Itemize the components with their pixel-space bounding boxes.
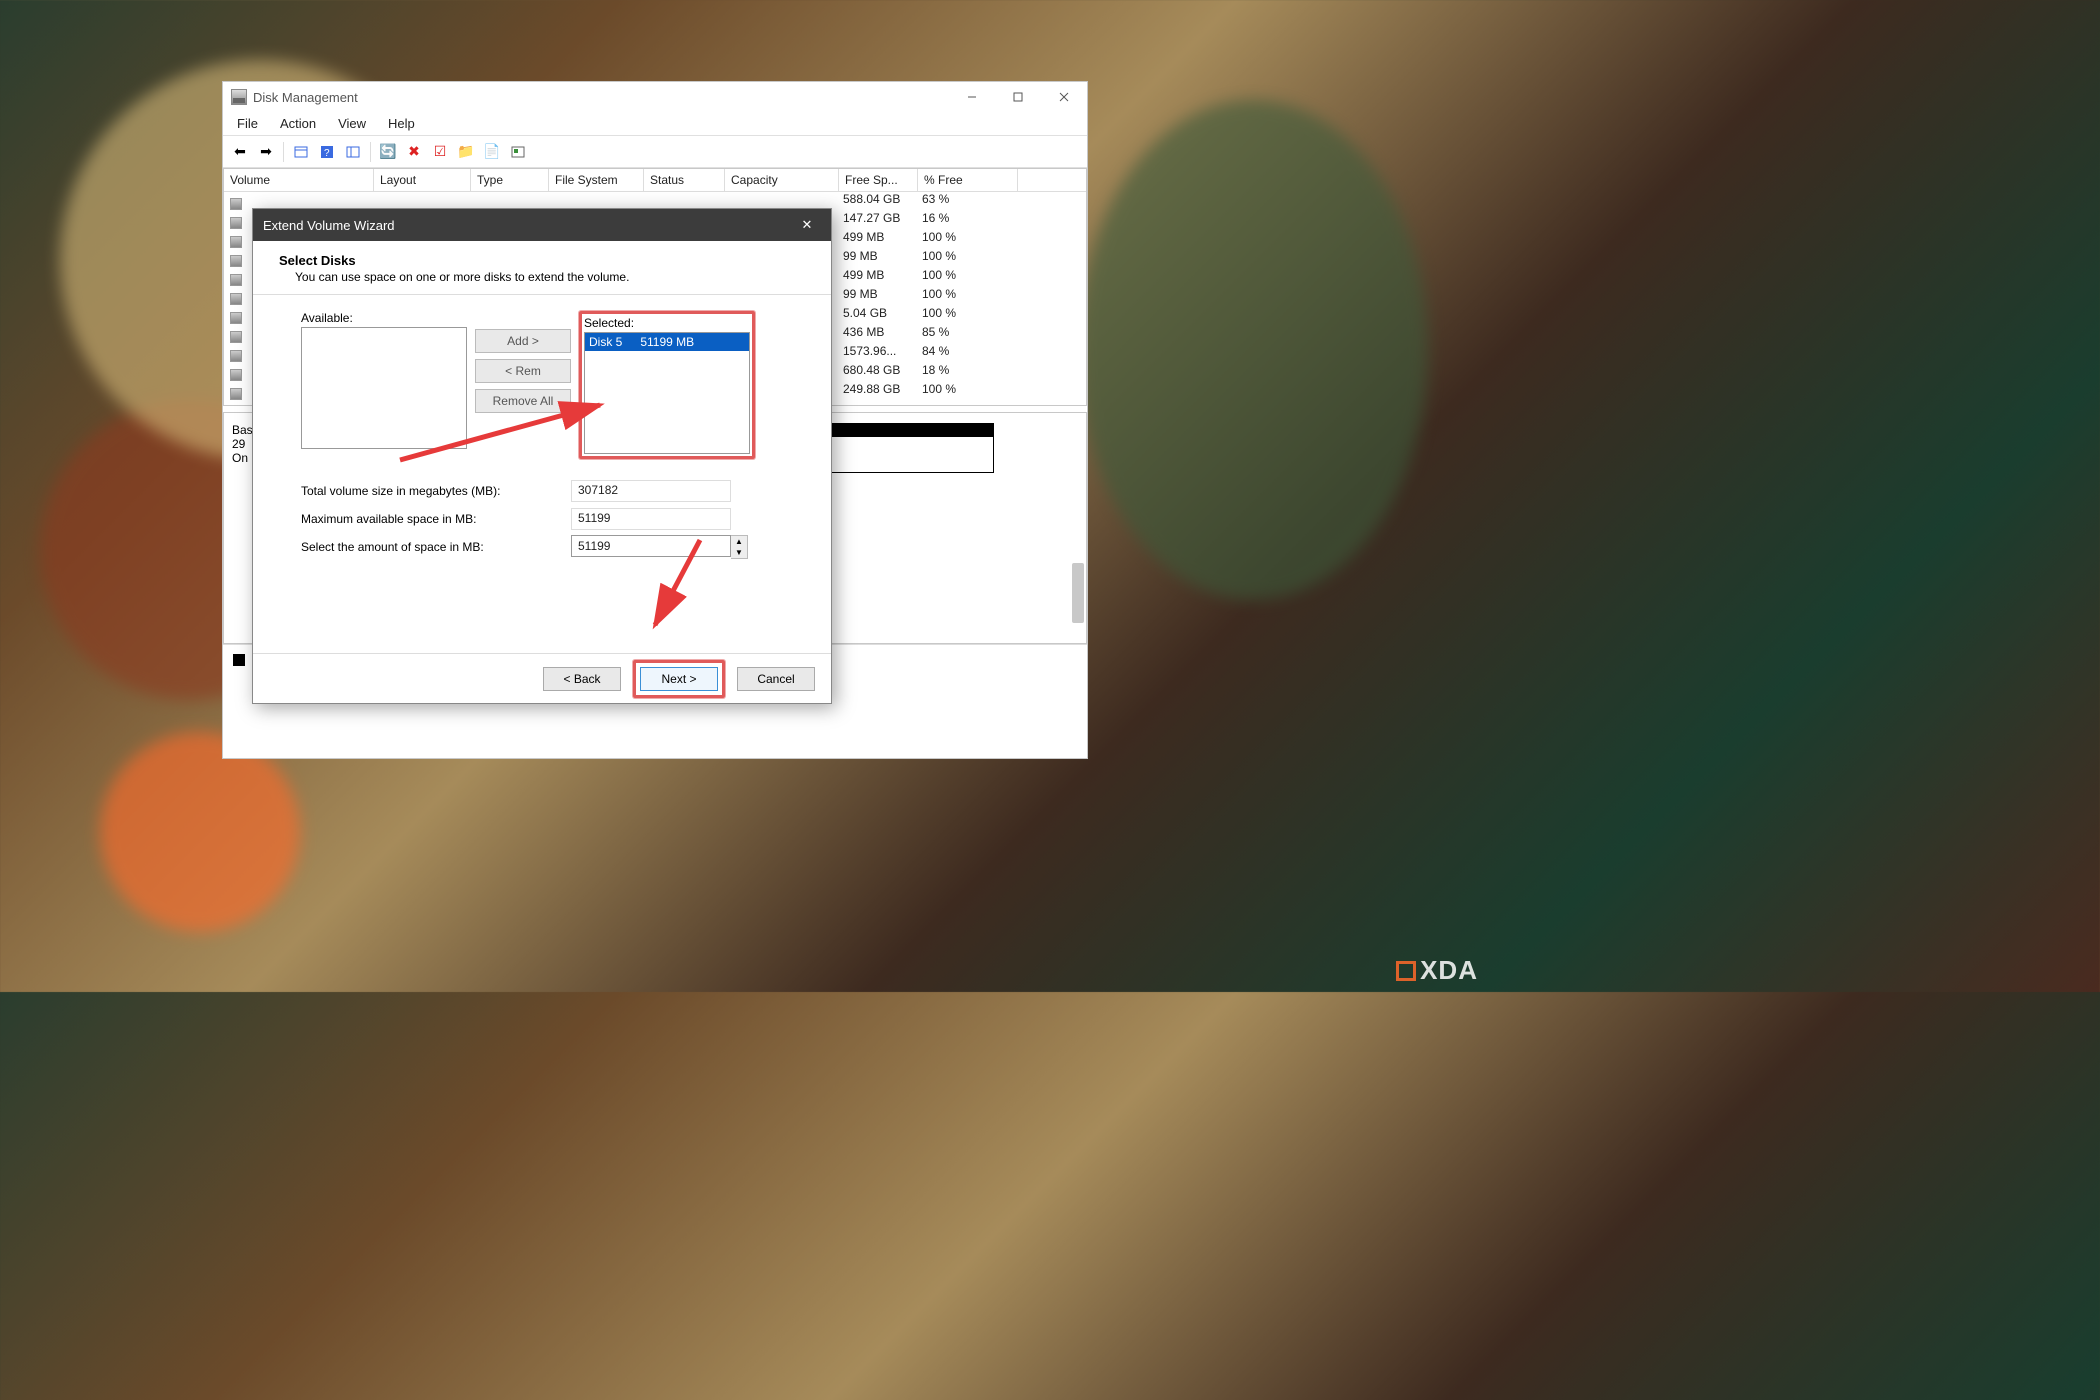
window-title: Disk Management xyxy=(253,90,949,105)
spinner-up-button[interactable]: ▲ xyxy=(731,536,747,547)
cancel-button[interactable]: Cancel xyxy=(737,667,815,691)
table-row[interactable]: 499 MB100 % xyxy=(839,268,1086,287)
select-amount-input[interactable] xyxy=(571,535,731,557)
wizard-footer: < Back Next > Cancel xyxy=(253,653,831,703)
toolbar: ⬅ ➡ ? 🔄 ✖ ☑ 📁 📄 xyxy=(223,136,1087,168)
selected-highlight: Selected: Disk 5 51199 MB xyxy=(579,311,755,459)
extend-volume-wizard-dialog: Extend Volume Wizard ✕ Select Disks You … xyxy=(252,208,832,704)
menu-action[interactable]: Action xyxy=(272,114,324,133)
watermark: XDA xyxy=(1396,955,1478,986)
unallocated-swatch xyxy=(233,654,245,666)
wizard-titlebar: Extend Volume Wizard ✕ xyxy=(253,209,831,241)
table-row[interactable]: 5.04 GB100 % xyxy=(839,306,1086,325)
maximize-button[interactable] xyxy=(995,82,1041,112)
delete-icon[interactable]: ✖ xyxy=(403,141,425,163)
column-type[interactable]: Type xyxy=(471,169,549,191)
scrollbar-thumb[interactable] xyxy=(1072,563,1084,623)
table-row[interactable]: 99 MB100 % xyxy=(839,249,1086,268)
refresh-icon[interactable]: 🔄 xyxy=(377,141,399,163)
selected-label: Selected: xyxy=(584,316,750,330)
forward-icon[interactable]: ➡ xyxy=(255,141,277,163)
column-volume[interactable]: Volume xyxy=(224,169,374,191)
next-highlight: Next > xyxy=(633,660,725,698)
svg-text:?: ? xyxy=(324,148,330,159)
available-label: Available: xyxy=(301,311,467,325)
back-icon[interactable]: ⬅ xyxy=(229,141,251,163)
table-row[interactable]: 499 MB100 % xyxy=(839,230,1086,249)
table-row[interactable]: 147.27 GB16 % xyxy=(839,211,1086,230)
table-row[interactable]: 680.48 GB18 % xyxy=(839,363,1086,382)
folder-up-icon[interactable]: 📁 xyxy=(455,141,477,163)
table-row[interactable]: 99 MB100 % xyxy=(839,287,1086,306)
folder-icon[interactable]: 📄 xyxy=(481,141,503,163)
max-available-value: 51199 xyxy=(571,508,731,530)
selected-listbox[interactable]: Disk 5 51199 MB xyxy=(584,332,750,454)
remove-all-button[interactable]: Remove All xyxy=(475,389,571,413)
menu-help[interactable]: Help xyxy=(380,114,423,133)
total-volume-size-label: Total volume size in megabytes (MB): xyxy=(301,484,571,498)
max-available-label: Maximum available space in MB: xyxy=(301,512,571,526)
wizard-section-subtitle: You can use space on one or more disks t… xyxy=(279,268,813,284)
table-row[interactable]: 249.88 GB100 % xyxy=(839,382,1086,401)
settings-icon[interactable] xyxy=(342,141,364,163)
select-amount-label: Select the amount of space in MB: xyxy=(301,540,571,554)
selected-disk-item[interactable]: Disk 5 51199 MB xyxy=(585,333,749,351)
check-icon[interactable]: ☑ xyxy=(429,141,451,163)
wizard-title: Extend Volume Wizard xyxy=(263,218,395,233)
column-pct-free[interactable]: % Free xyxy=(918,169,1018,191)
table-row[interactable]: 1573.96...84 % xyxy=(839,344,1086,363)
help-icon[interactable]: ? xyxy=(316,141,338,163)
back-button[interactable]: < Back xyxy=(543,667,621,691)
watermark-icon xyxy=(1396,961,1416,981)
column-layout[interactable]: Layout xyxy=(374,169,471,191)
total-volume-size-value: 307182 xyxy=(571,480,731,502)
properties-icon[interactable] xyxy=(507,141,529,163)
minimize-button[interactable] xyxy=(949,82,995,112)
wizard-header-section: Select Disks You can use space on one or… xyxy=(253,241,831,295)
add-button[interactable]: Add > xyxy=(475,329,571,353)
show-hide-icon[interactable] xyxy=(290,141,312,163)
table-row[interactable]: 588.04 GB63 % xyxy=(839,192,1086,211)
disk-management-icon xyxy=(231,89,247,105)
next-button[interactable]: Next > xyxy=(640,667,718,691)
menu-view[interactable]: View xyxy=(330,114,374,133)
remove-button[interactable]: < Rem xyxy=(475,359,571,383)
column-free-space[interactable]: Free Sp... xyxy=(839,169,918,191)
wizard-section-title: Select Disks xyxy=(279,253,813,268)
table-row[interactable]: 436 MB85 % xyxy=(839,325,1086,344)
close-button[interactable] xyxy=(1041,82,1087,112)
menubar: File Action View Help xyxy=(223,112,1087,136)
column-capacity[interactable]: Capacity xyxy=(725,169,839,191)
menu-file[interactable]: File xyxy=(229,114,266,133)
wizard-close-button[interactable]: ✕ xyxy=(793,217,821,233)
column-status[interactable]: Status xyxy=(644,169,725,191)
column-file-system[interactable]: File System xyxy=(549,169,644,191)
volume-table-header: Volume Layout Type File System Status Ca… xyxy=(224,169,1086,192)
available-listbox[interactable] xyxy=(301,327,467,449)
spinner-down-button[interactable]: ▼ xyxy=(731,547,747,558)
titlebar: Disk Management xyxy=(223,82,1087,112)
watermark-text: XDA xyxy=(1420,955,1478,986)
